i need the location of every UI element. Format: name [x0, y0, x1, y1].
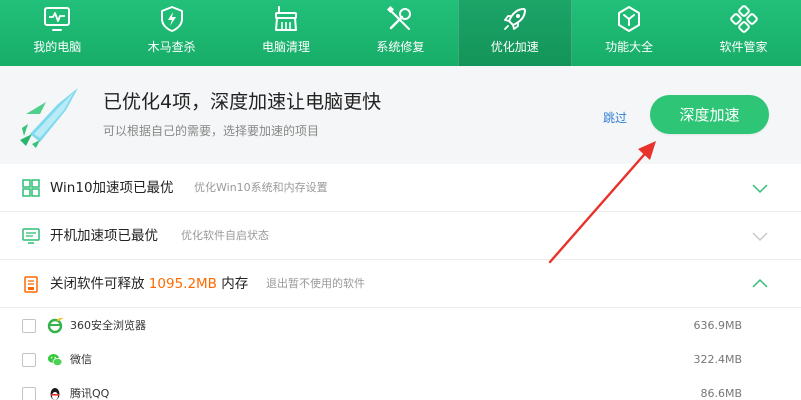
nav-item-trojan-scan[interactable]: 木马查杀	[114, 0, 228, 66]
software-memory: 636.9MB	[693, 319, 742, 332]
software-memory: 86.6MB	[700, 387, 742, 400]
section-startup-speedup[interactable]: 开机加速项已最优 优化软件自启状态	[0, 212, 801, 260]
rocket-icon	[503, 8, 526, 30]
nav-item-label: 系统修复	[376, 40, 425, 54]
section-desc: 优化软件自启状态	[181, 229, 269, 242]
monitor-icon	[22, 228, 40, 244]
broom-icon	[274, 6, 297, 31]
nav-item-software-manager[interactable]: 软件管家	[686, 0, 800, 66]
deep-speedup-button[interactable]: 深度加速	[650, 95, 769, 134]
section-title-prefix: 关闭软件可释放	[50, 276, 145, 292]
list-item: 360安全浏览器 636.9MB	[0, 309, 801, 343]
software-name: 微信	[70, 353, 92, 366]
monitor-pulse-icon	[44, 7, 71, 31]
chevron-down-icon[interactable]	[751, 229, 769, 243]
hexagon-icon	[618, 6, 641, 32]
software-memory: 322.4MB	[693, 353, 742, 366]
software-name: 360安全浏览器	[70, 319, 146, 332]
nav-item-label: 软件管家	[719, 40, 768, 54]
nav-item-all-features[interactable]: 功能大全	[572, 0, 686, 66]
section-title: Win10加速项已最优	[50, 180, 174, 196]
section-desc: 退出暂不使用的软件	[266, 277, 365, 290]
skip-link[interactable]: 跳过	[603, 110, 627, 126]
nav-item-label: 功能大全	[605, 40, 654, 54]
software-checkbox[interactable]	[22, 319, 36, 333]
software-name: 腾讯QQ	[70, 387, 110, 400]
top-nav: 我的电脑 木马查杀 电脑清理 系统修复 优化加速 功能大全 软件管家	[0, 0, 801, 66]
section-desc: 优化Win10系统和内存设置	[194, 181, 328, 194]
qq-penguin-icon	[50, 388, 60, 400]
list-item: 腾讯QQ 86.6MB	[0, 377, 801, 400]
page-title: 已优化4项，深度加速让电脑更快	[103, 91, 382, 113]
software-checkbox[interactable]	[22, 353, 36, 367]
nav-item-pc-cleanup[interactable]: 电脑清理	[229, 0, 343, 66]
wechat-icon	[48, 354, 63, 366]
wrench-screwdriver-icon	[387, 5, 412, 30]
nav-item-my-computer[interactable]: 我的电脑	[0, 0, 114, 66]
list-item: 微信 322.4MB	[0, 343, 801, 377]
releasable-memory-amount: 1095.2MB	[148, 276, 217, 292]
section-close-software[interactable]: 关闭软件可释放 1095.2MB 内存 退出暂不使用的软件	[0, 260, 801, 308]
section-title: 开机加速项已最优	[50, 228, 158, 244]
nav-item-optimize-speedup[interactable]: 优化加速	[457, 0, 573, 66]
windows-grid-icon	[22, 179, 40, 197]
page-subtitle: 可以根据自己的需要，选择要加速的项目	[103, 124, 320, 138]
360-browser-icon	[47, 318, 63, 334]
chevron-up-icon[interactable]	[751, 277, 769, 291]
software-checkbox[interactable]	[22, 387, 36, 400]
memory-chip-icon	[24, 276, 38, 293]
nav-item-label: 我的电脑	[33, 40, 82, 54]
nav-item-label: 电脑清理	[261, 40, 310, 54]
chevron-down-icon[interactable]	[751, 181, 769, 195]
rocket-illustration-icon	[20, 88, 78, 148]
optimize-header: 已优化4项，深度加速让电脑更快 可以根据自己的需要，选择要加速的项目 跳过 深度…	[0, 66, 801, 164]
apps-flower-icon	[729, 5, 758, 33]
section-title-suffix: 内存	[221, 276, 249, 292]
nav-item-system-repair[interactable]: 系统修复	[343, 0, 457, 66]
shield-bolt-icon	[160, 6, 183, 32]
section-title: 关闭软件可释放 1095.2MB 内存	[50, 275, 248, 293]
nav-item-label: 木马查杀	[147, 40, 196, 54]
section-win10-speedup[interactable]: Win10加速项已最优 优化Win10系统和内存设置	[0, 164, 801, 212]
nav-item-label: 优化加速	[490, 40, 539, 54]
